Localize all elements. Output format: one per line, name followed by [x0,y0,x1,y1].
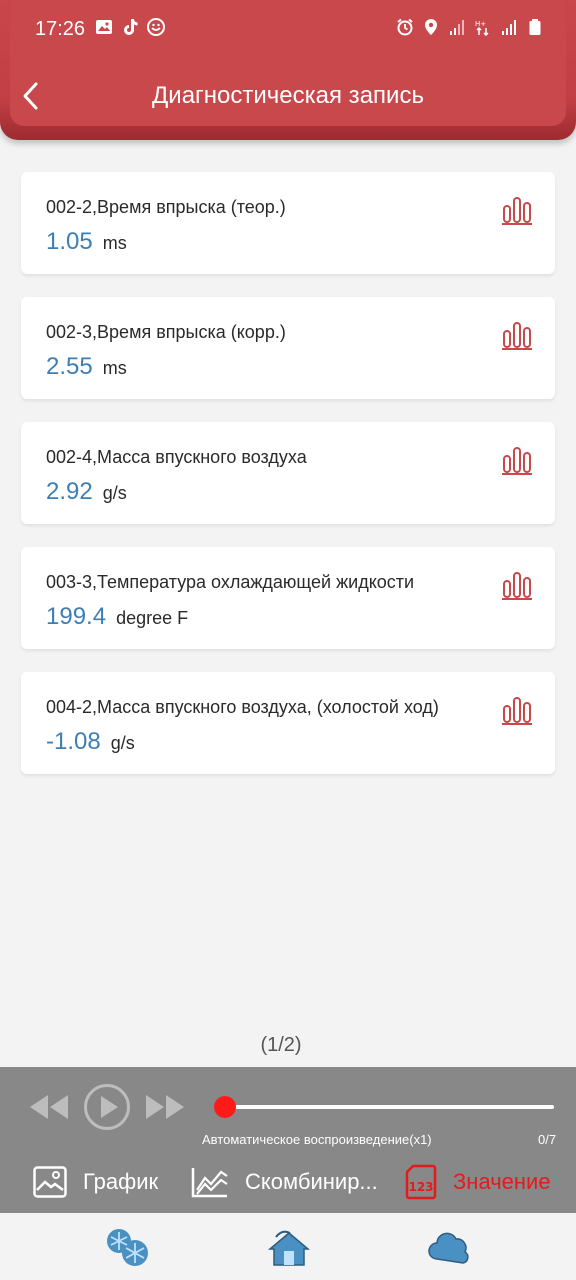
view-tabs: График Скомбинир... 123 Значение [0,1160,576,1204]
tab-combined[interactable]: Скомбинир... [191,1160,378,1204]
page-title: Диагностическая запись [152,82,424,109]
bar-chart-icon[interactable] [501,569,533,601]
record-value: 199.4 [46,603,107,630]
frame-counter: 0/7 [538,1132,557,1147]
image-icon [33,1166,67,1198]
tab-value-label: Значение [453,1169,551,1194]
location-icon [425,19,437,35]
signal-icon [450,20,464,35]
record-label: 004-2,Масса впускного воздуха, (холостой… [46,697,439,717]
record-unit: g/s [110,733,135,753]
line-chart-icon [191,1168,228,1198]
record-value: 2.55 [46,353,93,380]
record-value-row: -1.08 g/s [46,728,135,756]
play-icon[interactable] [83,1083,131,1131]
svg-text:H+: H+ [475,20,486,28]
record-label: 002-3,Время впрыска (корр.) [46,322,286,342]
tab-graph[interactable]: График [33,1160,158,1204]
record-card[interactable]: 002-3,Время впрыска (корр.) 2.55 ms [21,297,555,399]
playback-slider-knob[interactable] [214,1096,236,1118]
record-value-row: 2.92 g/s [46,478,127,506]
bottom-nav [0,1213,576,1280]
tiktok-icon [124,19,138,35]
tab-combined-label: Скомбинир... [245,1169,378,1194]
record-card[interactable]: 004-2,Масса впускного воздуха, (холостой… [21,672,555,774]
record-label: 003-3,Температура охлаждающей жидкости [46,572,415,592]
record-label: 002-4,Масса впускного воздуха [46,447,307,467]
battery-icon [529,19,541,35]
record-label: 002-2,Время впрыска (теор.) [46,197,286,217]
alarm-icon [397,18,413,36]
record-card[interactable]: 003-3,Температура охлаждающей жидкости 1… [21,547,555,649]
emoji-icon [147,18,165,36]
bar-chart-icon[interactable] [501,694,533,726]
signal-icon [502,20,516,35]
status-bar: 17:26 H+ [0,0,576,58]
record-card[interactable]: 002-2,Время впрыска (теор.) 1.05 ms [21,172,555,274]
tab-value[interactable]: 123 Значение [405,1160,551,1204]
snowflake-icon[interactable] [105,1227,151,1269]
record-card[interactable]: 002-4,Масса впускного воздуха 2.92 g/s [21,422,555,524]
record-value: 1.05 [46,228,93,255]
record-value-row: 2.55 ms [46,353,127,381]
record-value-row: 1.05 ms [46,228,127,256]
status-time: 17:26 [35,18,86,40]
record-value: -1.08 [46,728,101,755]
page-indicator: (1/2) [260,1034,302,1056]
record-value: 2.92 [46,478,93,505]
record-unit: g/s [102,483,127,503]
autoplay-label: Автоматическое воспроизведение(x1) [202,1132,432,1147]
value-123-icon: 123 [405,1164,437,1200]
cloud-icon[interactable] [427,1227,473,1269]
tab-graph-label: График [83,1169,159,1194]
image-icon [96,20,112,34]
status-left-icons [95,18,165,36]
bar-chart-icon[interactable] [501,444,533,476]
rewind-icon[interactable] [28,1091,70,1123]
home-icon[interactable] [266,1227,312,1269]
record-unit: ms [102,358,127,378]
svg-text:123: 123 [408,1180,433,1194]
record-unit: degree F [116,608,189,628]
playback-slider[interactable] [224,1105,554,1109]
data-icon: H+ [475,20,489,36]
record-value-row: 199.4 degree F [46,603,188,631]
fast-forward-icon[interactable] [144,1091,186,1123]
bar-chart-icon[interactable] [501,194,533,226]
status-right-icons: H+ [396,18,544,36]
record-list: 002-2,Время впрыска (теор.) 1.05 ms 002-… [21,172,555,797]
record-unit: ms [102,233,127,253]
bar-chart-icon[interactable] [501,319,533,351]
